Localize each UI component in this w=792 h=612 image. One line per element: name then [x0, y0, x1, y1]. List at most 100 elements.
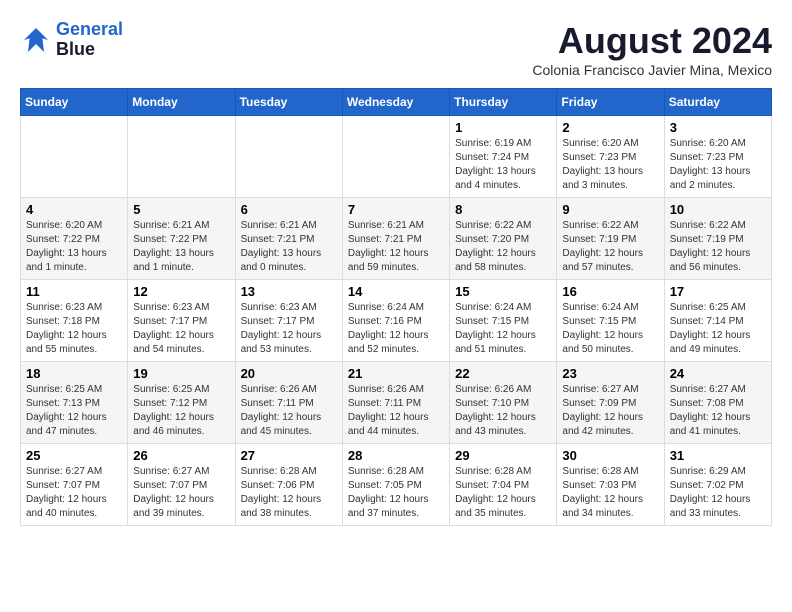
day-info: Sunrise: 6:26 AM Sunset: 7:11 PM Dayligh…: [241, 383, 337, 439]
calendar-day-cell: 30 Sunrise: 6:28 AM Sunset: 7:03 PM Dayli…: [557, 444, 664, 526]
day-info: Sunrise: 6:28 AM Sunset: 7:04 PM Dayligh…: [455, 465, 551, 521]
day-number: 16: [562, 284, 658, 299]
calendar-day-cell: 21Sunrise: 6:26 AM Sunset: 7:11 PM Dayli…: [342, 362, 449, 444]
calendar-day-cell: 2 Sunrise: 6:20 AM Sunset: 7:23 PM Daylig…: [557, 116, 664, 198]
day-number: 2: [562, 120, 658, 135]
day-number: 1: [455, 120, 551, 135]
day-number: 27: [241, 448, 337, 463]
day-info: Sunrise: 6:23 AM Sunset: 7:18 PM Dayligh…: [26, 301, 122, 357]
day-info: Sunrise: 6:26 AM Sunset: 7:10 PM Dayligh…: [455, 383, 551, 439]
day-number: 22: [455, 366, 551, 381]
day-info: Sunrise: 6:20 AM Sunset: 7:23 PM Dayligh…: [562, 137, 658, 193]
day-info: Sunrise: 6:22 AM Sunset: 7:19 PM Dayligh…: [670, 219, 766, 275]
day-number: 28: [348, 448, 444, 463]
calendar-day-cell: [235, 116, 342, 198]
day-info: Sunrise: 6:24 AM Sunset: 7:16 PM Dayligh…: [348, 301, 444, 357]
calendar-body: 1 Sunrise: 6:19 AM Sunset: 7:24 PM Daylig…: [21, 116, 772, 526]
calendar-day-cell: 11 Sunrise: 6:23 AM Sunset: 7:18 PM Dayli…: [21, 280, 128, 362]
weekday-header: Sunday: [21, 89, 128, 116]
day-info: Sunrise: 6:20 AM Sunset: 7:22 PM Dayligh…: [26, 219, 122, 275]
weekday-header: Saturday: [664, 89, 771, 116]
day-number: 18: [26, 366, 122, 381]
calendar-day-cell: 8 Sunrise: 6:22 AM Sunset: 7:20 PM Daylig…: [450, 198, 557, 280]
weekday-header: Tuesday: [235, 89, 342, 116]
day-number: 20: [241, 366, 337, 381]
day-info: Sunrise: 6:25 AM Sunset: 7:12 PM Dayligh…: [133, 383, 229, 439]
day-number: 8: [455, 202, 551, 217]
calendar-week-row: 18Sunrise: 6:25 AM Sunset: 7:13 PM Dayli…: [21, 362, 772, 444]
calendar-day-cell: 29 Sunrise: 6:28 AM Sunset: 7:04 PM Dayli…: [450, 444, 557, 526]
calendar-day-cell: 3 Sunrise: 6:20 AM Sunset: 7:23 PM Daylig…: [664, 116, 771, 198]
calendar-day-cell: 24 Sunrise: 6:27 AM Sunset: 7:08 PM Dayli…: [664, 362, 771, 444]
calendar-day-cell: 10Sunrise: 6:22 AM Sunset: 7:19 PM Dayli…: [664, 198, 771, 280]
calendar-day-cell: 27 Sunrise: 6:28 AM Sunset: 7:06 PM Dayli…: [235, 444, 342, 526]
day-info: Sunrise: 6:21 AM Sunset: 7:21 PM Dayligh…: [241, 219, 337, 275]
calendar-day-cell: 19 Sunrise: 6:25 AM Sunset: 7:12 PM Dayli…: [128, 362, 235, 444]
calendar-day-cell: 9 Sunrise: 6:22 AM Sunset: 7:19 PM Daylig…: [557, 198, 664, 280]
calendar-week-row: 4 Sunrise: 6:20 AM Sunset: 7:22 PM Daylig…: [21, 198, 772, 280]
calendar-day-cell: [342, 116, 449, 198]
title-section: August 2024 Colonia Francisco Javier Min…: [532, 20, 772, 78]
day-number: 14: [348, 284, 444, 299]
day-info: Sunrise: 6:27 AM Sunset: 7:08 PM Dayligh…: [670, 383, 766, 439]
day-info: Sunrise: 6:19 AM Sunset: 7:24 PM Dayligh…: [455, 137, 551, 193]
day-number: 13: [241, 284, 337, 299]
calendar-week-row: 25 Sunrise: 6:27 AM Sunset: 7:07 PM Dayli…: [21, 444, 772, 526]
day-info: Sunrise: 6:27 AM Sunset: 7:09 PM Dayligh…: [562, 383, 658, 439]
day-info: Sunrise: 6:24 AM Sunset: 7:15 PM Dayligh…: [455, 301, 551, 357]
day-number: 26: [133, 448, 229, 463]
day-number: 3: [670, 120, 766, 135]
calendar-day-cell: 7 Sunrise: 6:21 AM Sunset: 7:21 PM Daylig…: [342, 198, 449, 280]
day-number: 6: [241, 202, 337, 217]
calendar-header: SundayMondayTuesdayWednesdayThursdayFrid…: [21, 89, 772, 116]
day-info: Sunrise: 6:22 AM Sunset: 7:20 PM Dayligh…: [455, 219, 551, 275]
calendar-day-cell: 28 Sunrise: 6:28 AM Sunset: 7:05 PM Dayli…: [342, 444, 449, 526]
weekday-header: Wednesday: [342, 89, 449, 116]
logo-text: General Blue: [56, 20, 123, 60]
day-info: Sunrise: 6:28 AM Sunset: 7:05 PM Dayligh…: [348, 465, 444, 521]
location-title: Colonia Francisco Javier Mina, Mexico: [532, 62, 772, 78]
day-number: 19: [133, 366, 229, 381]
calendar-day-cell: 18Sunrise: 6:25 AM Sunset: 7:13 PM Dayli…: [21, 362, 128, 444]
day-info: Sunrise: 6:21 AM Sunset: 7:21 PM Dayligh…: [348, 219, 444, 275]
day-info: Sunrise: 6:23 AM Sunset: 7:17 PM Dayligh…: [241, 301, 337, 357]
day-number: 29: [455, 448, 551, 463]
day-info: Sunrise: 6:21 AM Sunset: 7:22 PM Dayligh…: [133, 219, 229, 275]
calendar-day-cell: 22 Sunrise: 6:26 AM Sunset: 7:10 PM Dayli…: [450, 362, 557, 444]
day-number: 17: [670, 284, 766, 299]
calendar-day-cell: 31 Sunrise: 6:29 AM Sunset: 7:02 PM Dayli…: [664, 444, 771, 526]
day-info: Sunrise: 6:22 AM Sunset: 7:19 PM Dayligh…: [562, 219, 658, 275]
weekday-header: Friday: [557, 89, 664, 116]
calendar-week-row: 1 Sunrise: 6:19 AM Sunset: 7:24 PM Daylig…: [21, 116, 772, 198]
calendar-day-cell: 6 Sunrise: 6:21 AM Sunset: 7:21 PM Daylig…: [235, 198, 342, 280]
calendar-day-cell: 16 Sunrise: 6:24 AM Sunset: 7:15 PM Dayli…: [557, 280, 664, 362]
day-info: Sunrise: 6:28 AM Sunset: 7:03 PM Dayligh…: [562, 465, 658, 521]
day-number: 7: [348, 202, 444, 217]
day-number: 9: [562, 202, 658, 217]
calendar-day-cell: 15 Sunrise: 6:24 AM Sunset: 7:15 PM Dayli…: [450, 280, 557, 362]
day-info: Sunrise: 6:25 AM Sunset: 7:14 PM Dayligh…: [670, 301, 766, 357]
calendar-day-cell: 26 Sunrise: 6:27 AM Sunset: 7:07 PM Dayli…: [128, 444, 235, 526]
calendar-day-cell: 12Sunrise: 6:23 AM Sunset: 7:17 PM Dayli…: [128, 280, 235, 362]
day-number: 25: [26, 448, 122, 463]
day-info: Sunrise: 6:28 AM Sunset: 7:06 PM Dayligh…: [241, 465, 337, 521]
day-number: 5: [133, 202, 229, 217]
day-info: Sunrise: 6:29 AM Sunset: 7:02 PM Dayligh…: [670, 465, 766, 521]
day-number: 21: [348, 366, 444, 381]
calendar-day-cell: 13 Sunrise: 6:23 AM Sunset: 7:17 PM Dayli…: [235, 280, 342, 362]
day-number: 24: [670, 366, 766, 381]
calendar-day-cell: 14 Sunrise: 6:24 AM Sunset: 7:16 PM Dayli…: [342, 280, 449, 362]
day-number: 30: [562, 448, 658, 463]
day-info: Sunrise: 6:24 AM Sunset: 7:15 PM Dayligh…: [562, 301, 658, 357]
day-number: 4: [26, 202, 122, 217]
day-number: 15: [455, 284, 551, 299]
calendar-day-cell: 23 Sunrise: 6:27 AM Sunset: 7:09 PM Dayli…: [557, 362, 664, 444]
day-number: 31: [670, 448, 766, 463]
day-info: Sunrise: 6:27 AM Sunset: 7:07 PM Dayligh…: [133, 465, 229, 521]
calendar-day-cell: 1 Sunrise: 6:19 AM Sunset: 7:24 PM Daylig…: [450, 116, 557, 198]
day-info: Sunrise: 6:20 AM Sunset: 7:23 PM Dayligh…: [670, 137, 766, 193]
day-info: Sunrise: 6:23 AM Sunset: 7:17 PM Dayligh…: [133, 301, 229, 357]
day-number: 11: [26, 284, 122, 299]
day-number: 23: [562, 366, 658, 381]
page-header: General Blue August 2024 Colonia Francis…: [20, 20, 772, 78]
